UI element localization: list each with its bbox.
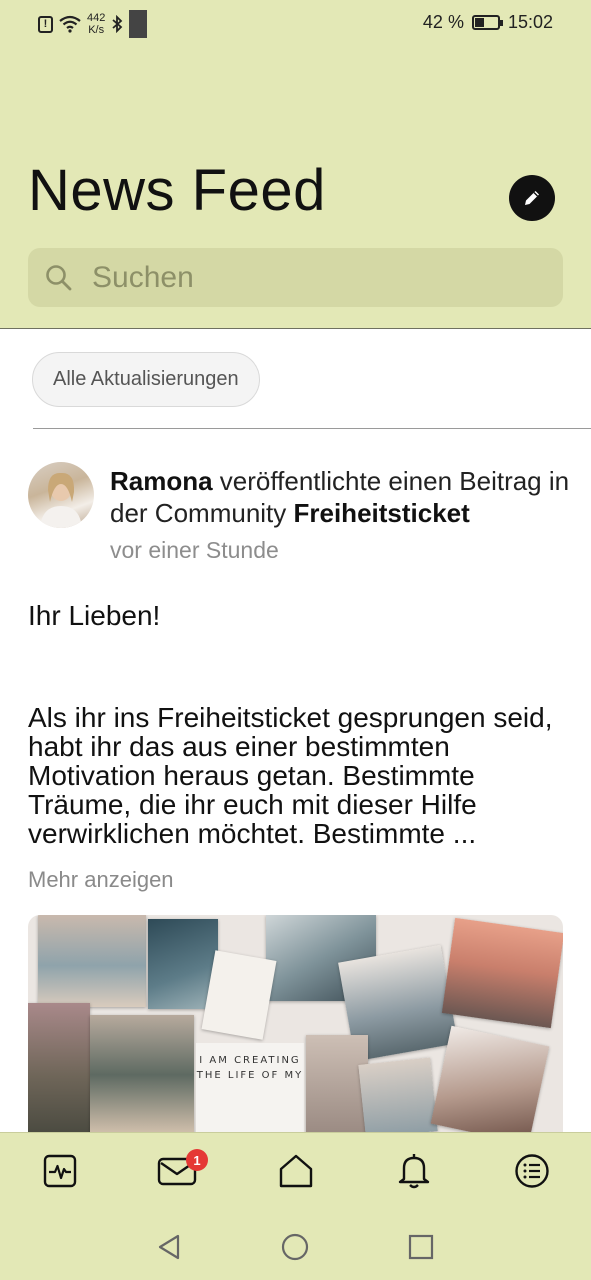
- tab-notifications[interactable]: [394, 1151, 434, 1191]
- header: ! 442 K/s 42 % 15:02 News Feed: [0, 0, 591, 329]
- alert-icon: !: [38, 15, 53, 33]
- search-icon: [46, 264, 72, 290]
- activity-icon: [43, 1154, 77, 1188]
- pencil-icon: [525, 191, 539, 205]
- clock: 15:02: [507, 12, 553, 32]
- speed-unit: K/s: [88, 24, 105, 36]
- compose-button[interactable]: [509, 175, 555, 221]
- post-body: Als ihr ins Freiheitsticket gesprungen s…: [28, 702, 553, 849]
- page-title: News Feed: [28, 158, 326, 223]
- post-image[interactable]: I AM CREATING THE LIFE OF MY: [28, 915, 563, 1135]
- speed-value: 442: [87, 12, 106, 24]
- post-header: Ramona veröffentlichte einen Beitrag in …: [110, 465, 580, 529]
- avatar-photo: [40, 472, 82, 528]
- battery-percent: 42 %: [422, 12, 464, 32]
- avatar[interactable]: [28, 462, 94, 528]
- nav-back-button[interactable]: [154, 1232, 184, 1262]
- tab-bar: 1: [0, 1132, 591, 1212]
- nav-recents-button[interactable]: [406, 1232, 436, 1262]
- recents-square-icon: [408, 1234, 434, 1260]
- back-triangle-icon: [158, 1234, 180, 1260]
- network-speed: 442 K/s: [87, 12, 105, 36]
- battery-icon: [471, 15, 503, 30]
- post-community[interactable]: Freiheitsticket: [294, 498, 470, 528]
- status-bar: ! 442 K/s 42 % 15:02: [0, 0, 591, 50]
- show-more-link[interactable]: Mehr anzeigen: [28, 867, 174, 893]
- post-time: vor einer Stunde: [110, 537, 279, 563]
- bell-icon: [398, 1154, 430, 1189]
- tab-home[interactable]: [276, 1151, 316, 1191]
- bluetooth-icon: [112, 15, 123, 33]
- image-quote: I AM CREATING THE LIFE OF MY: [196, 1043, 304, 1135]
- search-input[interactable]: [92, 260, 492, 295]
- wifi-icon: [59, 15, 81, 33]
- home-circle-icon: [281, 1233, 309, 1261]
- menu-list-icon: [515, 1154, 549, 1188]
- nav-home-button[interactable]: [280, 1232, 310, 1262]
- post-author[interactable]: Ramona: [110, 466, 213, 496]
- filter-chip[interactable]: Alle Aktualisierungen: [32, 352, 260, 407]
- system-nav-bar: [0, 1212, 591, 1280]
- tab-activity[interactable]: [40, 1151, 80, 1191]
- home-icon: [279, 1154, 313, 1188]
- mail-badge: 1: [186, 1149, 208, 1171]
- battery-fill: [474, 18, 484, 27]
- divider: [33, 428, 591, 429]
- post-greeting: Ihr Lieben!: [28, 600, 161, 631]
- notification-icon: [129, 10, 148, 38]
- tab-menu[interactable]: [512, 1151, 552, 1191]
- search-bar[interactable]: [28, 248, 563, 307]
